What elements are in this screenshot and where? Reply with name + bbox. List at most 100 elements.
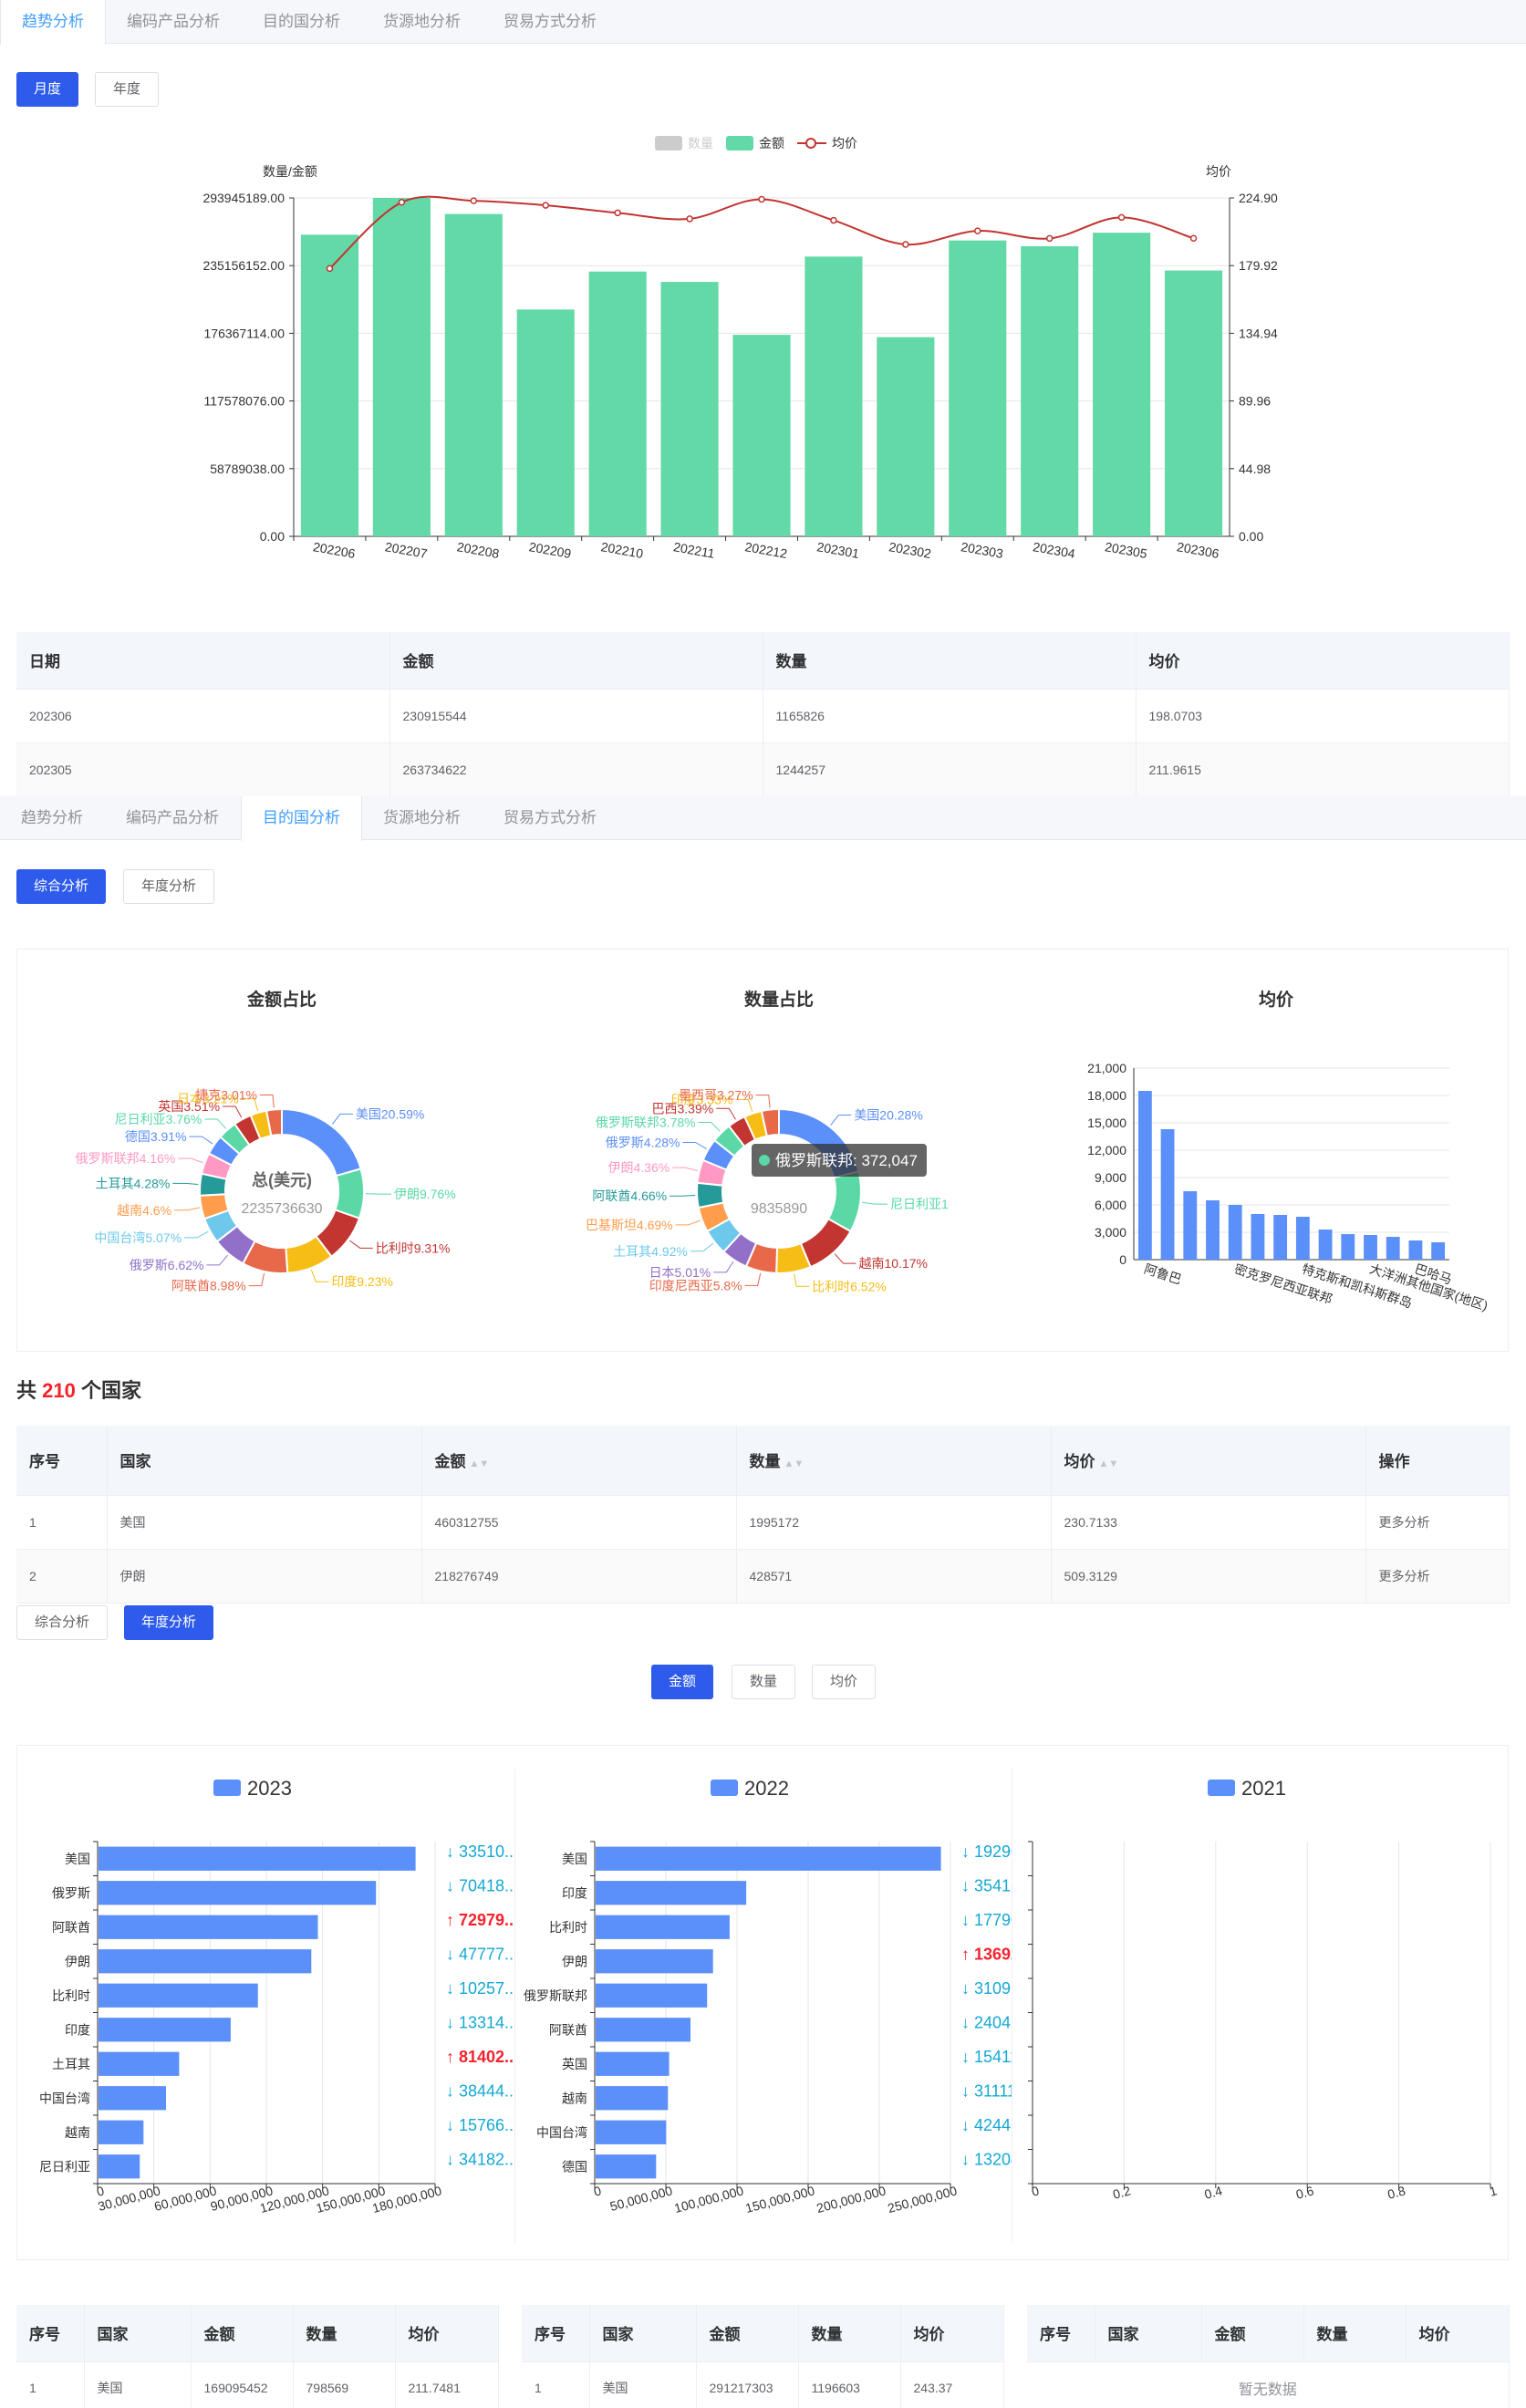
legend-swatch[interactable] <box>711 1780 738 1796</box>
more-analysis-link[interactable]: 更多分析 <box>1365 1495 1510 1550</box>
country-bar[interactable] <box>596 1949 713 1974</box>
avg-point[interactable] <box>614 209 621 217</box>
avg-point[interactable] <box>398 199 406 206</box>
annual-analysis-button[interactable]: 年度分析 <box>123 869 214 904</box>
pie-slice[interactable] <box>281 1107 362 1178</box>
bar-amount[interactable] <box>949 240 1007 536</box>
country-bar[interactable] <box>99 1915 318 1939</box>
legend-avg-label[interactable]: 均价 <box>832 136 857 150</box>
metric-amount-button[interactable]: 金额 <box>651 1665 713 1699</box>
legend-qty-label[interactable]: 数量 <box>688 136 713 150</box>
legend-year[interactable]: 2021 <box>1241 1777 1286 1800</box>
more-analysis-link[interactable]: 更多分析 <box>1365 1549 1510 1604</box>
legend-year[interactable]: 2023 <box>247 1777 292 1800</box>
avg-point[interactable] <box>1117 213 1126 222</box>
tab-product[interactable]: 编码产品分析 <box>105 796 241 840</box>
overall-analysis-button[interactable]: 综合分析 <box>16 869 106 904</box>
avg-bar[interactable] <box>1137 1091 1152 1260</box>
country-bar[interactable] <box>596 1915 730 1939</box>
tab-source[interactable]: 货源地分析 <box>362 796 483 840</box>
legend-year[interactable]: 2022 <box>744 1777 789 1800</box>
country-bar[interactable] <box>596 1881 747 1905</box>
avg-bar[interactable] <box>1431 1242 1446 1260</box>
avg-point[interactable] <box>470 197 478 204</box>
country-bar[interactable] <box>99 2086 166 2111</box>
avg-bar[interactable] <box>1228 1205 1242 1260</box>
avg-point[interactable] <box>830 216 837 224</box>
country-bar[interactable] <box>99 2051 180 2076</box>
avg-point[interactable] <box>1189 234 1198 243</box>
bar-amount[interactable] <box>588 271 647 536</box>
sort-icon[interactable]: ▲▼ <box>470 1458 490 1469</box>
legend-amount-swatch[interactable] <box>726 136 753 150</box>
country-bar[interactable] <box>99 1881 377 1905</box>
overall-analysis-button[interactable]: 综合分析 <box>16 1605 108 1640</box>
avg-bar[interactable] <box>1364 1235 1377 1260</box>
bar-amount[interactable] <box>732 335 791 536</box>
sort-icon[interactable]: ▲▼ <box>784 1458 805 1469</box>
avg-point[interactable] <box>686 215 693 223</box>
tab-trend[interactable]: 趋势分析 <box>0 0 106 45</box>
avg-bar[interactable] <box>1295 1217 1310 1260</box>
avg-bar[interactable] <box>1341 1234 1355 1260</box>
tab-product[interactable]: 编码产品分析 <box>106 0 242 44</box>
country-bar[interactable] <box>99 2018 231 2042</box>
country-bar[interactable] <box>596 2018 690 2042</box>
bar-amount[interactable] <box>444 213 503 537</box>
monthly-button[interactable]: 月度 <box>16 72 78 107</box>
pie-slice[interactable] <box>696 1181 725 1209</box>
country-bar[interactable] <box>99 1949 312 1974</box>
bar-amount[interactable] <box>1093 233 1151 536</box>
bar-amount[interactable] <box>372 198 431 536</box>
metric-avg-button[interactable]: 均价 <box>812 1665 876 1699</box>
legend-avg-marker[interactable] <box>805 138 816 149</box>
country-bar[interactable] <box>99 2154 140 2179</box>
country-bar[interactable] <box>596 2154 657 2179</box>
bar-amount[interactable] <box>300 234 359 536</box>
avg-point[interactable] <box>1045 234 1054 243</box>
country-bar[interactable] <box>99 2120 144 2144</box>
avg-bar[interactable] <box>1160 1129 1175 1260</box>
sort-icon[interactable]: ▲▼ <box>1099 1458 1119 1469</box>
legend-swatch[interactable] <box>213 1780 241 1796</box>
tab-destination[interactable]: 目的国分析 <box>241 796 362 841</box>
avg-bar[interactable] <box>1251 1214 1265 1260</box>
country-bar[interactable] <box>596 2086 669 2111</box>
annual-analysis-button[interactable]: 年度分析 <box>124 1605 213 1640</box>
trend-legend[interactable]: 数量 金额 均价 <box>655 136 857 150</box>
country-bar[interactable] <box>596 1846 941 1871</box>
legend-amount-label[interactable]: 金额 <box>759 136 784 150</box>
tab-source[interactable]: 货源地分析 <box>362 0 483 44</box>
yearly-button[interactable]: 年度 <box>95 72 159 107</box>
metric-qty-button[interactable]: 数量 <box>732 1665 795 1699</box>
avg-bar[interactable] <box>1408 1240 1423 1260</box>
col-amount[interactable]: 金额 ▲▼ <box>421 1426 737 1496</box>
legend-qty-swatch[interactable] <box>655 136 682 150</box>
country-bar[interactable] <box>596 2120 667 2144</box>
avg-bar[interactable] <box>1318 1230 1333 1260</box>
bar-amount[interactable] <box>1021 245 1079 536</box>
tab-trade-mode[interactable]: 贸易方式分析 <box>483 0 618 44</box>
tab-trend[interactable]: 趋势分析 <box>0 796 105 840</box>
legend-swatch[interactable] <box>1208 1780 1235 1796</box>
bar-amount[interactable] <box>1164 270 1223 536</box>
country-bar[interactable] <box>99 1846 416 1871</box>
avg-point[interactable] <box>542 202 549 209</box>
tab-trade-mode[interactable]: 贸易方式分析 <box>483 796 618 840</box>
avg-point[interactable] <box>974 227 981 234</box>
avg-bar[interactable] <box>1206 1200 1220 1260</box>
bar-amount[interactable] <box>877 337 935 536</box>
bar-amount[interactable] <box>516 309 575 536</box>
bar-amount[interactable] <box>660 282 719 536</box>
tab-destination[interactable]: 目的国分析 <box>242 0 362 44</box>
avg-point[interactable] <box>326 265 334 273</box>
avg-bar[interactable] <box>1273 1215 1288 1260</box>
bar-amount[interactable] <box>805 256 863 536</box>
avg-bar[interactable] <box>1183 1191 1198 1260</box>
avg-bar[interactable] <box>1386 1237 1400 1260</box>
country-bar[interactable] <box>596 2051 670 2076</box>
avg-point[interactable] <box>902 241 909 248</box>
country-bar[interactable] <box>99 1983 258 2008</box>
col-avg[interactable]: 均价 ▲▼ <box>1051 1426 1366 1496</box>
country-bar[interactable] <box>596 1983 708 2008</box>
